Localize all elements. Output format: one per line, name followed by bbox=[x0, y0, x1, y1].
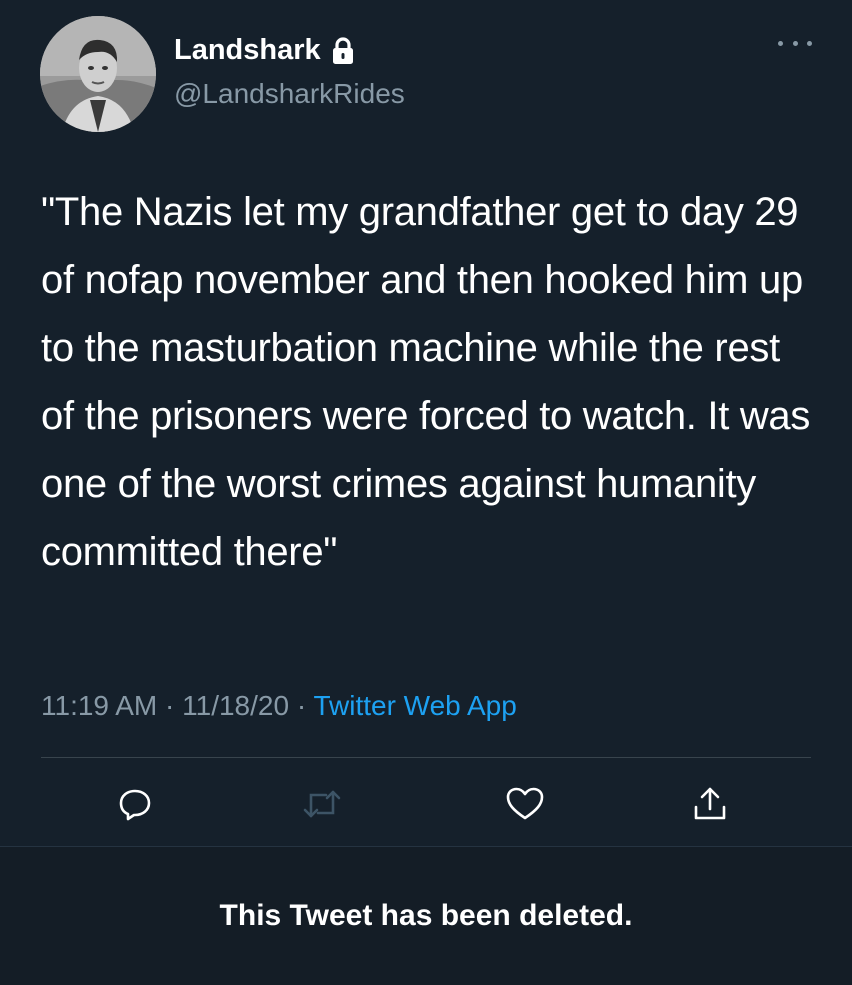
avatar-photo bbox=[40, 16, 156, 132]
more-dot bbox=[778, 40, 783, 46]
like-icon bbox=[506, 787, 544, 820]
reply-icon bbox=[119, 789, 151, 821]
tweet-text: "The Nazis let my grandfather get to day… bbox=[41, 190, 811, 574]
lock-icon bbox=[330, 36, 356, 65]
tweet-card: Landshark @LandsharkRides "The Nazis let… bbox=[0, 0, 852, 846]
tweet-meta: 11:19 AM · 11/18/20 · Twitter Web App bbox=[41, 690, 517, 722]
deleted-notice-text: This Tweet has been deleted. bbox=[219, 899, 633, 932]
display-name[interactable]: Landshark bbox=[174, 34, 356, 67]
divider bbox=[41, 757, 811, 758]
retweet-icon bbox=[303, 790, 341, 818]
user-handle[interactable]: @LandsharkRides bbox=[174, 78, 405, 110]
share-button[interactable] bbox=[686, 780, 734, 828]
more-icon[interactable] bbox=[778, 36, 812, 50]
display-name-text: Landshark bbox=[174, 34, 321, 66]
meta-separator: · bbox=[157, 690, 183, 721]
meta-separator: · bbox=[289, 690, 314, 721]
avatar[interactable] bbox=[40, 16, 156, 132]
reply-button[interactable] bbox=[111, 780, 159, 828]
tweet-time[interactable]: 11:19 AM bbox=[41, 690, 157, 721]
action-bar bbox=[0, 780, 852, 836]
deleted-notice: This Tweet has been deleted. bbox=[0, 846, 852, 985]
more-dot bbox=[792, 40, 798, 46]
tweet-source-link[interactable]: Twitter Web App bbox=[313, 690, 516, 721]
like-button[interactable] bbox=[501, 780, 549, 828]
more-dot bbox=[807, 40, 812, 46]
retweet-button[interactable] bbox=[298, 780, 346, 828]
tweet-date[interactable]: 11/18/20 bbox=[182, 690, 289, 721]
share-icon bbox=[694, 787, 726, 820]
